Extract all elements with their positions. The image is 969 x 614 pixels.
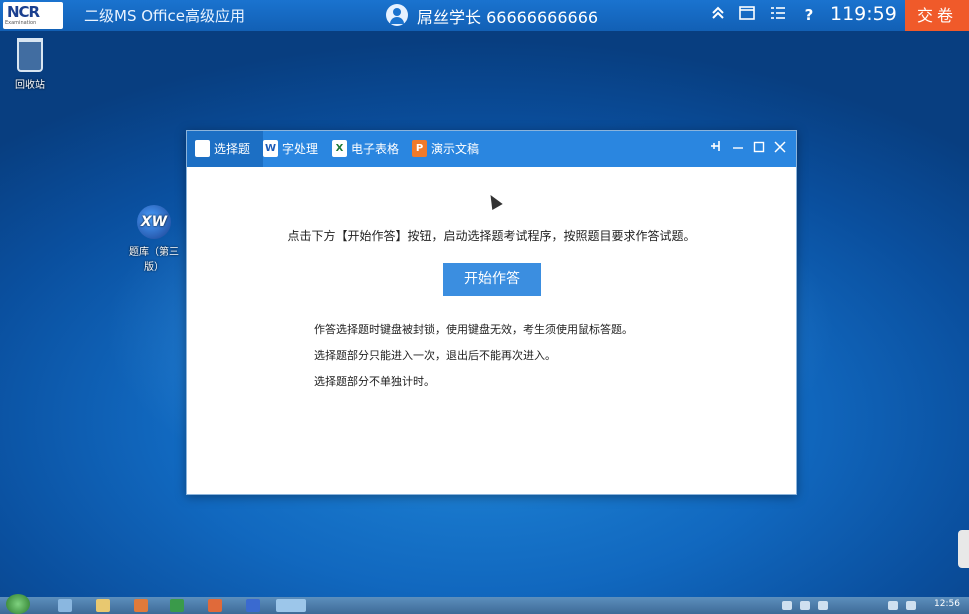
logo-text: NCR bbox=[7, 3, 40, 21]
collapse-icon[interactable] bbox=[708, 5, 728, 25]
start-menu-icon[interactable] bbox=[6, 594, 30, 614]
tab-label: 演示文稿 bbox=[431, 142, 480, 156]
side-panel-handle[interactable] bbox=[958, 530, 969, 568]
tab-word[interactable]: W 字处理 bbox=[263, 131, 331, 167]
logo-subtext: Examination bbox=[5, 20, 37, 26]
excel-icon: X bbox=[332, 140, 347, 157]
tray-volume-icon[interactable] bbox=[906, 601, 916, 610]
mouse-cursor-icon bbox=[485, 191, 503, 211]
word-task-icon[interactable] bbox=[246, 599, 260, 612]
ie-icon[interactable] bbox=[58, 599, 72, 612]
tab-label: 选择题 bbox=[214, 142, 251, 156]
tray-flag-icon[interactable] bbox=[800, 601, 810, 610]
exam-top-bar: NCR Examination 二级MS Office高级应用 屌丝学长 666… bbox=[0, 0, 969, 31]
question-bank-shortcut[interactable]: XW 题库（第三版） bbox=[123, 205, 185, 273]
xw-app-icon: XW bbox=[137, 205, 171, 239]
tab-choice[interactable]: 选择题 bbox=[187, 131, 263, 167]
tab-label: 电子表格 bbox=[351, 142, 400, 156]
exam-title: 二级MS Office高级应用 bbox=[84, 7, 246, 25]
window-tab-bar: 选择题 W 字处理 X 电子表格 P 演示文稿 bbox=[187, 131, 796, 167]
exam-window: 选择题 W 字处理 X 电子表格 P 演示文稿 点击下方【开始作答】按钮，启动选… bbox=[186, 130, 797, 495]
ppt-icon: P bbox=[412, 140, 427, 157]
help-icon[interactable]: ? bbox=[799, 5, 819, 25]
tab-ppt[interactable]: P 演示文稿 bbox=[412, 131, 487, 167]
media-icon[interactable] bbox=[134, 599, 148, 612]
tray-help-icon[interactable] bbox=[818, 601, 828, 610]
countdown-timer: 119:59 bbox=[830, 3, 897, 25]
list-icon[interactable] bbox=[768, 5, 788, 25]
doc-icon bbox=[195, 140, 210, 157]
note-single-entry: 选择题部分只能进入一次，退出后不能再次进入。 bbox=[314, 349, 556, 362]
submit-exam-button[interactable]: 交卷 bbox=[905, 0, 969, 31]
tray-network-icon[interactable] bbox=[782, 601, 792, 610]
start-answer-button[interactable]: 开始作答 bbox=[443, 263, 541, 296]
recycle-bin-label: 回收站 bbox=[15, 80, 45, 91]
instruction-text: 点击下方【开始作答】按钮，启动选择题考试程序，按照题目要求作答试题。 bbox=[287, 229, 696, 243]
recycle-bin[interactable]: 回收站 bbox=[0, 38, 60, 91]
taskbar: 12:56 bbox=[0, 594, 969, 614]
desktop-screen: NCR Examination 二级MS Office高级应用 屌丝学长 666… bbox=[0, 0, 969, 614]
question-bank-label: 题库（第三版） bbox=[129, 247, 179, 273]
tray-clock[interactable]: 12:56 bbox=[934, 599, 960, 609]
candidate-info: 屌丝学长 66666666666 bbox=[417, 8, 599, 27]
tab-label: 字处理 bbox=[282, 142, 319, 156]
ppt-task-icon[interactable] bbox=[208, 599, 222, 612]
tab-excel[interactable]: X 电子表格 bbox=[332, 131, 407, 167]
folder-icon[interactable] bbox=[96, 599, 110, 612]
maximize-icon[interactable] bbox=[750, 139, 768, 159]
active-task-icon[interactable] bbox=[276, 599, 306, 612]
ncre-logo: NCR Examination bbox=[3, 2, 63, 29]
minimize-icon[interactable] bbox=[729, 139, 747, 159]
window-icon[interactable] bbox=[737, 5, 757, 25]
note-keyboard-locked: 作答选择题时键盘被封锁，使用键盘无效，考生须使用鼠标答题。 bbox=[314, 323, 633, 336]
word-icon: W bbox=[263, 140, 278, 157]
pin-icon[interactable] bbox=[707, 139, 725, 159]
note-no-separate-timing: 选择题部分不单独计时。 bbox=[314, 375, 435, 388]
user-avatar-icon bbox=[386, 4, 408, 26]
excel-task-icon[interactable] bbox=[170, 599, 184, 612]
tray-monitor-icon[interactable] bbox=[888, 601, 898, 610]
recycle-bin-icon bbox=[17, 38, 43, 72]
close-icon[interactable] bbox=[771, 139, 789, 159]
